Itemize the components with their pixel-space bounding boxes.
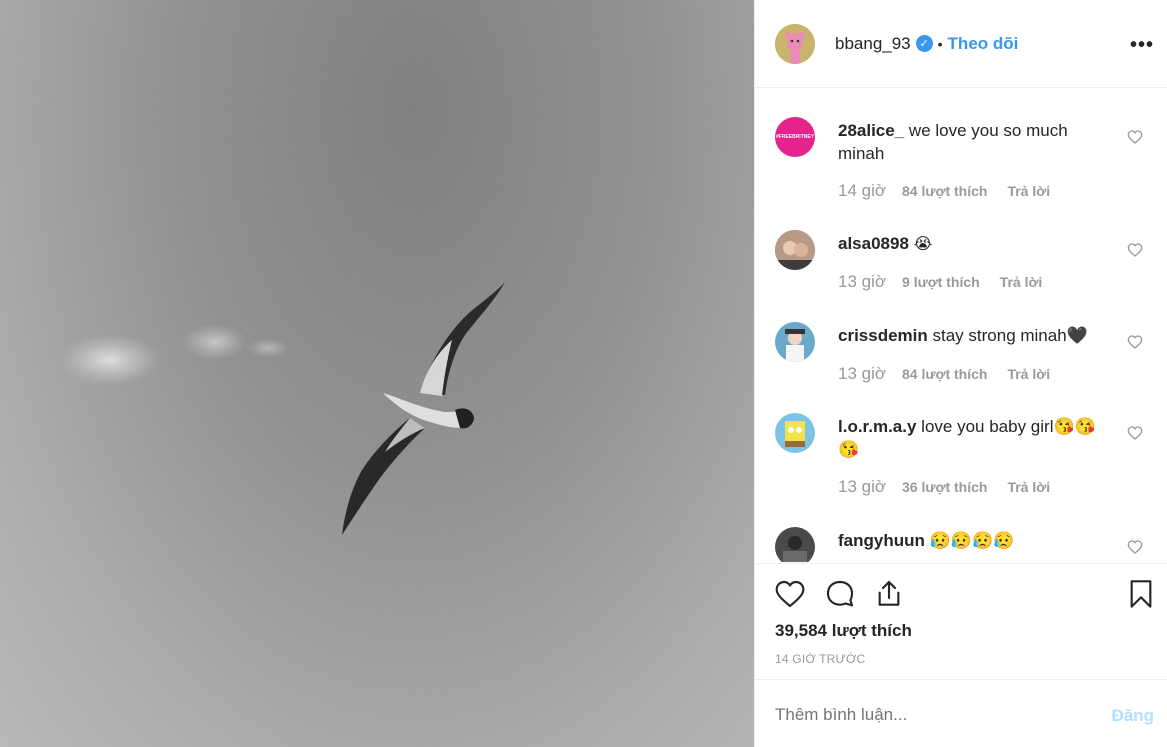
comment-username[interactable]: 28alice_ bbox=[838, 121, 904, 140]
more-options-icon[interactable]: ••• bbox=[1130, 34, 1154, 57]
seagull-photo-image bbox=[0, 0, 754, 747]
comment-body: 😭 bbox=[913, 234, 933, 253]
comment-meta: 13 giờ 36 lượt thích Trả lời bbox=[838, 477, 1050, 497]
comment-username[interactable]: alsa0898 bbox=[838, 234, 909, 253]
comment-text: l.o.r.m.a.y love you baby girl😘😘😘 bbox=[838, 415, 1103, 461]
add-comment-bar: Đăng bbox=[755, 679, 1167, 747]
comment-text: fangyhuun 😥😥😥😥 bbox=[838, 529, 1103, 552]
verified-badge-icon: ✓ bbox=[915, 35, 933, 52]
comment-time[interactable]: 13 giờ bbox=[838, 477, 886, 497]
bookmark-icon[interactable] bbox=[1125, 578, 1157, 610]
header-separator: • bbox=[937, 35, 943, 52]
reply-button[interactable]: Trả lời bbox=[1007, 366, 1050, 382]
post-timestamp[interactable]: 14 GIỜ TRƯỚC bbox=[775, 652, 865, 666]
like-count[interactable]: 39,584 lượt thích bbox=[775, 621, 912, 641]
reply-button[interactable]: Trả lời bbox=[1007, 183, 1050, 199]
reply-button[interactable]: Trả lời bbox=[1000, 274, 1043, 290]
user-photo-icon bbox=[775, 527, 815, 562]
commenter-avatar[interactable] bbox=[775, 413, 815, 453]
post-detail-panel: bbang_93 ✓ • Theo dõi ••• #FREEBRITNEY 2… bbox=[754, 0, 1167, 747]
comment-like-heart-icon[interactable] bbox=[1127, 334, 1143, 350]
commenter-avatar[interactable]: #FREEBRITNEY bbox=[775, 117, 815, 157]
comment-likes[interactable]: 84 lượt thích bbox=[902, 366, 987, 382]
film-grain-overlay bbox=[0, 0, 754, 747]
comment-like-heart-icon[interactable] bbox=[1127, 539, 1143, 555]
comment-meta: 14 giờ 84 lượt thích Trả lời bbox=[838, 181, 1050, 201]
post-actions: 39,584 lượt thích 14 GIỜ TRƯỚC bbox=[755, 563, 1167, 678]
comment-meta: 13 giờ 9 lượt thích Trả lời bbox=[838, 272, 1042, 292]
share-icon[interactable] bbox=[873, 578, 905, 610]
comment-body: stay strong minah🖤 bbox=[932, 326, 1088, 345]
pink-panther-avatar-icon bbox=[775, 23, 815, 64]
comment-input[interactable] bbox=[775, 705, 1085, 725]
spongebob-avatar-icon bbox=[775, 413, 815, 453]
reply-button[interactable]: Trả lời bbox=[1007, 479, 1050, 495]
commenter-avatar[interactable] bbox=[775, 322, 815, 362]
comment-like-heart-icon[interactable] bbox=[1127, 242, 1143, 258]
comment-likes[interactable]: 36 lượt thích bbox=[902, 479, 987, 495]
comment-username[interactable]: crissdemin bbox=[838, 326, 928, 345]
comment-time[interactable]: 14 giờ bbox=[838, 181, 886, 201]
comment-text: alsa0898 😭 bbox=[838, 232, 1103, 255]
comment-text: 28alice_ we love you so much minah bbox=[838, 119, 1103, 165]
comment-bubble-icon[interactable] bbox=[824, 578, 856, 610]
comment-text: crissdemin stay strong minah🖤 bbox=[838, 324, 1103, 347]
avatar-badge-text: #FREEBRITNEY bbox=[775, 134, 815, 140]
comment-time[interactable]: 13 giờ bbox=[838, 364, 886, 384]
comment-likes[interactable]: 84 lượt thích bbox=[902, 183, 987, 199]
comment-like-heart-icon[interactable] bbox=[1127, 129, 1143, 145]
comment-meta: 13 giờ 84 lượt thích Trả lời bbox=[838, 364, 1050, 384]
comments-list[interactable]: #FREEBRITNEY 28alice_ we love you so muc… bbox=[755, 89, 1167, 562]
comment-like-heart-icon[interactable] bbox=[1127, 425, 1143, 441]
post-photo[interactable] bbox=[0, 0, 754, 747]
user-photo-icon bbox=[775, 230, 815, 270]
author-avatar[interactable] bbox=[775, 23, 815, 64]
comment-likes[interactable]: 9 lượt thích bbox=[902, 274, 980, 290]
post-header: bbang_93 ✓ • Theo dõi ••• bbox=[755, 0, 1167, 88]
comment-username[interactable]: l.o.r.m.a.y bbox=[838, 417, 916, 436]
post-comment-button[interactable]: Đăng bbox=[1112, 706, 1155, 726]
author-username[interactable]: bbang_93 bbox=[835, 34, 911, 54]
comment-username[interactable]: fangyhuun bbox=[838, 531, 925, 550]
commenter-avatar[interactable] bbox=[775, 527, 815, 562]
user-photo-icon bbox=[775, 322, 815, 362]
commenter-avatar[interactable] bbox=[775, 230, 815, 270]
comment-body: 😥😥😥😥 bbox=[929, 531, 1015, 550]
comment-time[interactable]: 13 giờ bbox=[838, 272, 886, 292]
heart-icon[interactable] bbox=[774, 578, 806, 610]
follow-button[interactable]: Theo dõi bbox=[948, 34, 1019, 54]
